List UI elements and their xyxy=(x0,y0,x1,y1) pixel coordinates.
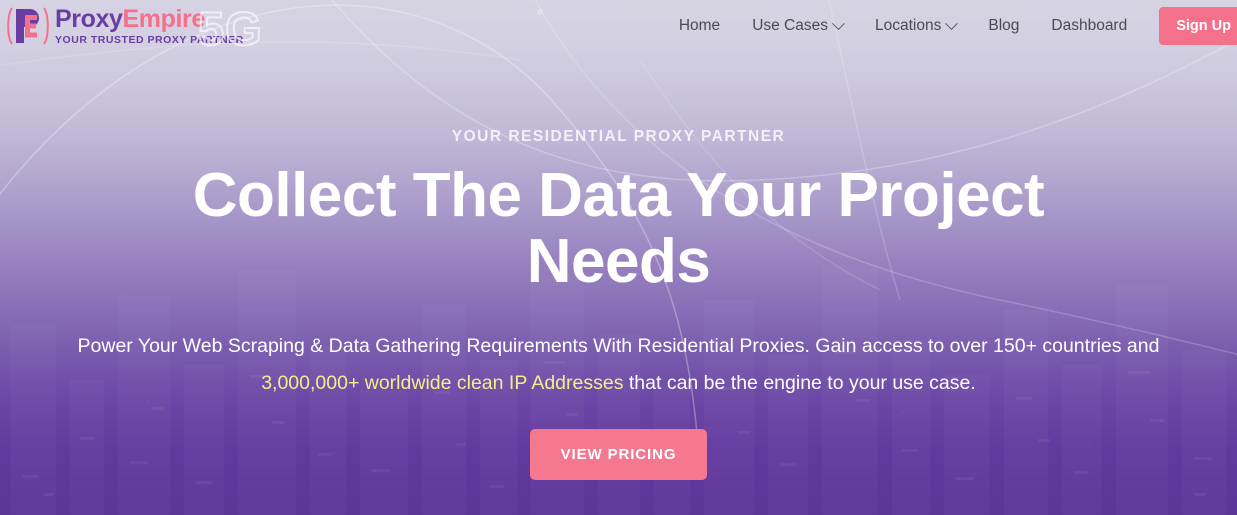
nav-item-label: Use Cases xyxy=(752,17,828,34)
hero-section: YOUR RESIDENTIAL PROXY PARTNER Collect T… xyxy=(0,0,1237,515)
chevron-down-icon xyxy=(945,16,959,30)
hero-subheading-highlight: 3,000,000+ worldwide clean IP Addresses xyxy=(261,371,624,394)
nav-item-label: Home xyxy=(678,17,721,34)
nav-item-label: Blog xyxy=(988,17,1020,34)
logo-word-proxy: Proxy xyxy=(55,4,123,33)
hero-subheading-part1: Power Your Web Scraping & Data Gathering… xyxy=(77,335,1160,358)
hero-subheading-part2: that can be the engine to your use case. xyxy=(623,371,976,394)
chevron-down-icon xyxy=(832,16,845,30)
logo-word-empire: Empire xyxy=(122,4,205,33)
hero-subheading: Power Your Web Scraping & Data Gathering… xyxy=(59,328,1179,400)
nav-item-home[interactable]: Home xyxy=(679,17,720,35)
nav-item-locations[interactable]: Locations xyxy=(875,16,959,35)
nav-item-use-cases[interactable]: Use Cases xyxy=(752,16,845,35)
logo-tagline: YOUR TRUSTED PROXY PARTNER xyxy=(55,33,244,46)
nav-item-blog[interactable]: Blog xyxy=(988,17,1019,35)
hero-cta-container: VIEW PRICING xyxy=(529,428,708,480)
landing-page: ProxyEmpire YOUR TRUSTED PROXY PARTNER 5… xyxy=(0,0,1237,515)
nav-item-label: Locations xyxy=(875,17,942,34)
nav-item-label: Dashboard xyxy=(1051,17,1128,34)
logo-wordmark: ProxyEmpire YOUR TRUSTED PROXY PARTNER xyxy=(55,4,244,46)
hero-headline: Collect The Data Your Project Needs xyxy=(192,161,1045,296)
nav-item-dashboard[interactable]: Dashboard xyxy=(1051,17,1127,35)
logo-word: ProxyEmpire xyxy=(55,4,244,33)
view-pricing-button[interactable]: VIEW PRICING xyxy=(529,428,708,480)
site-header: ProxyEmpire YOUR TRUSTED PROXY PARTNER 5… xyxy=(0,0,1237,56)
logo[interactable]: ProxyEmpire YOUR TRUSTED PROXY PARTNER 5… xyxy=(0,1,263,56)
main-navigation: Home Use Cases Locations Blog Dashboard … xyxy=(679,0,1237,52)
proxyempire-logo-icon xyxy=(7,7,49,45)
hero-eyebrow: YOUR RESIDENTIAL PROXY PARTNER xyxy=(451,128,786,145)
sign-up-button[interactable]: Sign Up xyxy=(1159,7,1237,45)
